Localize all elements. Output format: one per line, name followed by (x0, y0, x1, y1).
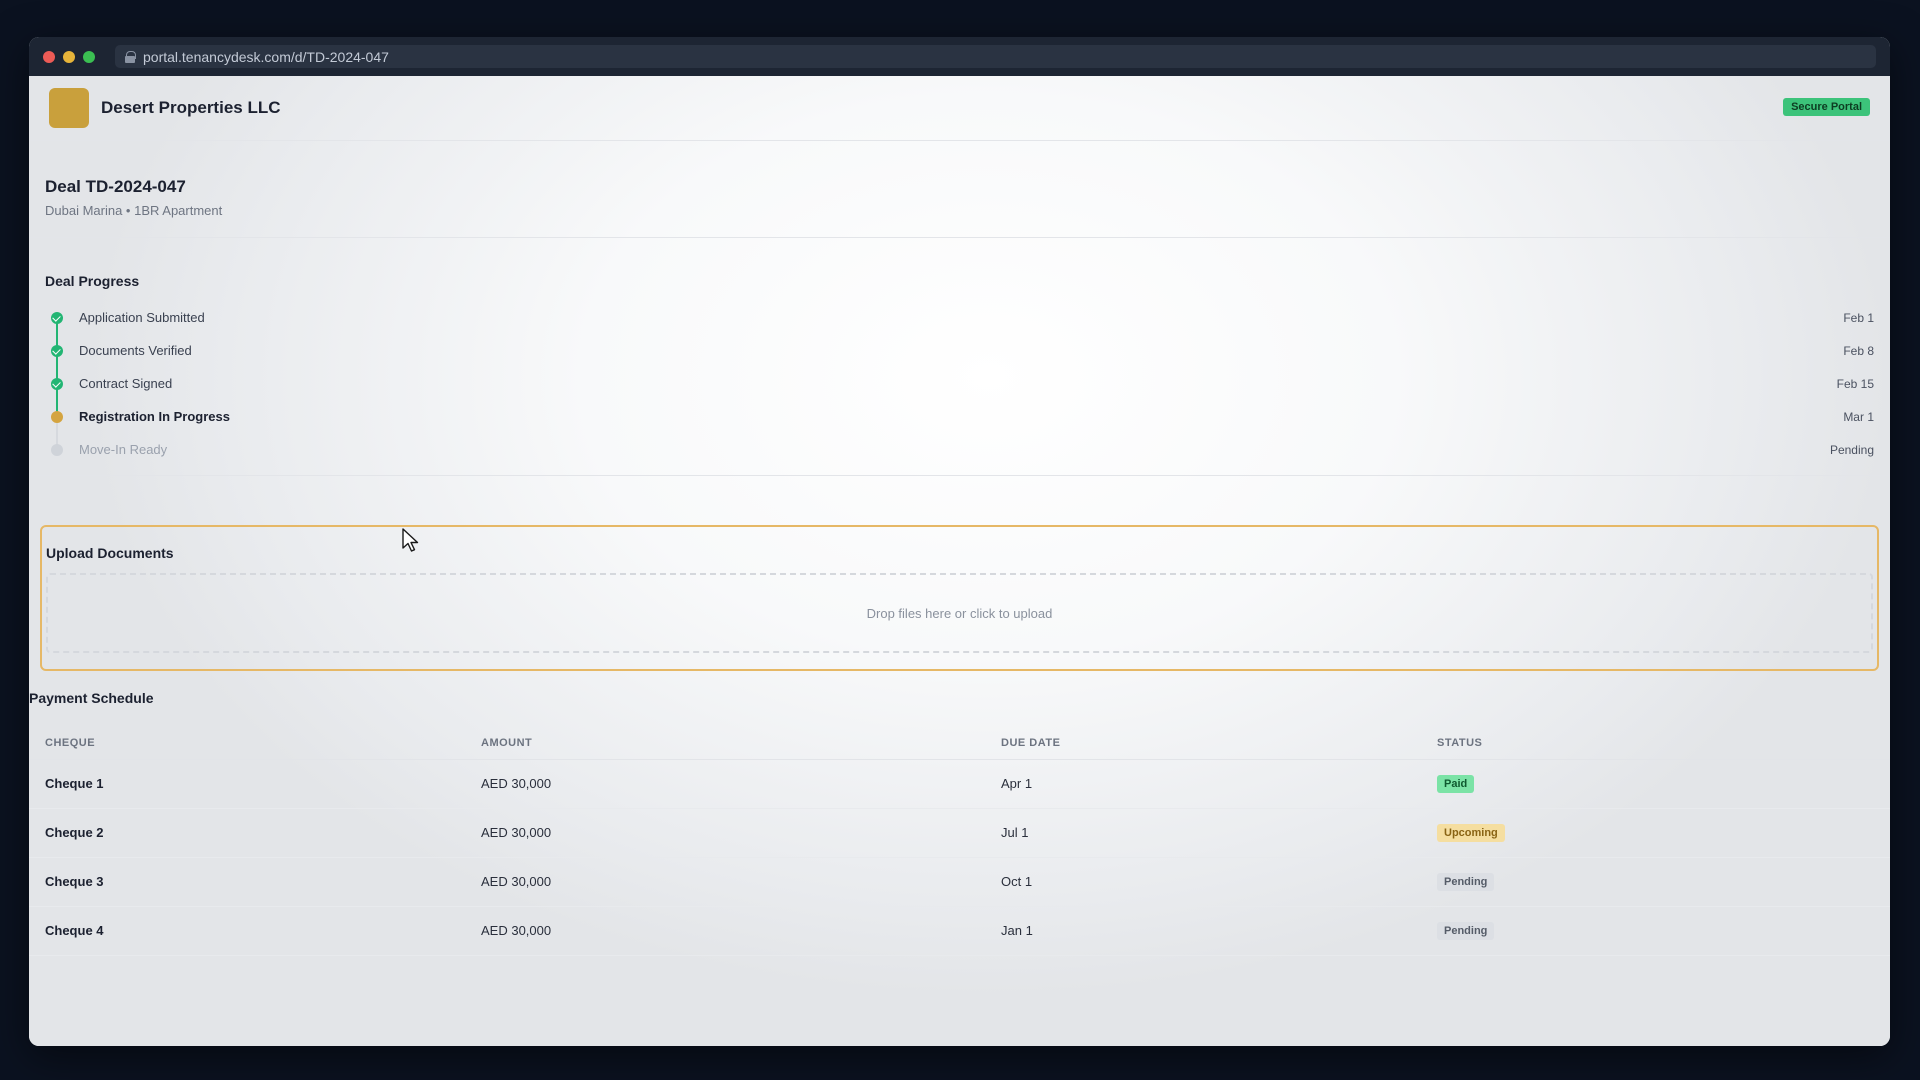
due-date-cell: Oct 1 (985, 857, 1421, 907)
maximize-window-button[interactable] (83, 50, 95, 63)
deal-progress: Deal Progress Application Submitted Feb 1… (29, 238, 1890, 476)
step-date: Feb 15 (1836, 376, 1874, 391)
address-bar[interactable]: portal.tenancydesk.com/d/TD-2024-047 (115, 45, 1876, 68)
column-header-amount: AMOUNT (465, 726, 985, 760)
in-progress-dot-icon (51, 410, 63, 423)
due-date-cell: Jan 1 (985, 906, 1421, 956)
status-badge: Upcoming (1437, 823, 1505, 842)
url-text: portal.tenancydesk.com/d/TD-2024-047 (143, 48, 389, 65)
payment-schedule: Payment Schedule CHEQUE AMOUNT DUE DATE … (29, 690, 1890, 956)
table-row: Cheque 2 AED 30,000 Jul 1 Upcoming (29, 808, 1890, 858)
file-dropzone[interactable]: Drop files here or click to upload (46, 573, 1873, 653)
step-date: Feb 8 (1843, 343, 1874, 358)
cheque-cell: Cheque 1 (29, 759, 465, 809)
step-label: Documents Verified (79, 343, 192, 358)
check-circle-icon (51, 377, 63, 390)
step-date: Pending (1829, 442, 1874, 457)
table-row: Cheque 1 AED 30,000 Apr 1 Paid (29, 759, 1890, 809)
step-label: Contract Signed (79, 376, 173, 391)
cheque-cell: Cheque 3 (29, 857, 465, 907)
table-row: Cheque 4 AED 30,000 Jan 1 Pending (29, 906, 1890, 956)
secure-portal-badge: Secure Portal (1783, 98, 1870, 116)
column-header-due-date: DUE DATE (985, 726, 1421, 760)
due-date-cell: Apr 1 (985, 759, 1421, 809)
amount-cell: AED 30,000 (465, 759, 985, 809)
table-header-row: CHEQUE AMOUNT DUE DATE STATUS (29, 726, 1890, 760)
portal-page: Desert Properties LLC Secure Portal Deal… (29, 76, 1890, 1046)
payment-table: CHEQUE AMOUNT DUE DATE STATUS Cheque 1 AE… (29, 726, 1890, 956)
amount-cell: AED 30,000 (465, 808, 985, 858)
due-date-cell: Jul 1 (985, 808, 1421, 858)
status-badge: Paid (1437, 774, 1475, 793)
step-date: Mar 1 (1843, 409, 1874, 424)
deal-info: Deal TD-2024-047 Dubai Marina • 1BR Apar… (29, 141, 1890, 238)
close-window-button[interactable] (43, 50, 55, 63)
progress-step: Documents Verified Feb 8 (45, 334, 1874, 387)
cheque-cell: Cheque 2 (29, 808, 465, 858)
company-logo (49, 88, 89, 128)
progress-step: Registration In Progress Mar 1 (45, 400, 1874, 453)
browser-window: portal.tenancydesk.com/d/TD-2024-047 Des… (29, 37, 1890, 1046)
pending-dot-icon (51, 443, 63, 456)
step-label: Move-In Ready (79, 442, 168, 457)
progress-steps: Application Submitted Feb 1 Documents Veri… (45, 301, 1874, 466)
payment-schedule-title: Payment Schedule (29, 690, 154, 706)
table-row: Cheque 3 AED 30,000 Oct 1 Pending (29, 857, 1890, 907)
status-badge: Pending (1437, 921, 1495, 940)
cheque-cell: Cheque 4 (29, 906, 465, 956)
company-name: Desert Properties LLC (101, 98, 281, 117)
deal-title: Deal TD-2024-047 (45, 177, 186, 196)
dropzone-text: Drop files here or click to upload (866, 605, 1053, 621)
status-cell: Pending (1421, 857, 1890, 907)
progress-step: Move-In Ready Pending (45, 433, 1874, 466)
check-circle-icon (51, 311, 63, 324)
mouse-cursor-icon (402, 528, 419, 552)
minimize-window-button[interactable] (63, 50, 75, 63)
progress-step: Application Submitted Feb 1 (45, 301, 1874, 354)
step-label: Application Submitted (79, 310, 205, 325)
check-circle-icon (51, 344, 63, 357)
status-cell: Upcoming (1421, 808, 1890, 858)
status-cell: Pending (1421, 906, 1890, 956)
status-badge: Pending (1437, 872, 1495, 891)
portal-header: Desert Properties LLC Secure Portal (29, 76, 1890, 141)
status-cell: Paid (1421, 759, 1890, 809)
progress-step: Contract Signed Feb 15 (45, 367, 1874, 420)
amount-cell: AED 30,000 (465, 857, 985, 907)
column-header-cheque: CHEQUE (29, 726, 465, 760)
deal-subtitle: Dubai Marina • 1BR Apartment (45, 203, 223, 218)
step-date: Feb 1 (1843, 310, 1874, 325)
column-header-status: STATUS (1421, 726, 1890, 760)
upload-documents-title: Upload Documents (46, 545, 174, 561)
step-label: Registration In Progress (79, 409, 230, 424)
deal-progress-title: Deal Progress (45, 273, 140, 289)
lock-icon (125, 50, 136, 63)
upload-documents-card: Upload Documents Drop files here or clic… (40, 525, 1879, 671)
browser-titlebar: portal.tenancydesk.com/d/TD-2024-047 (29, 37, 1890, 76)
amount-cell: AED 30,000 (465, 906, 985, 956)
